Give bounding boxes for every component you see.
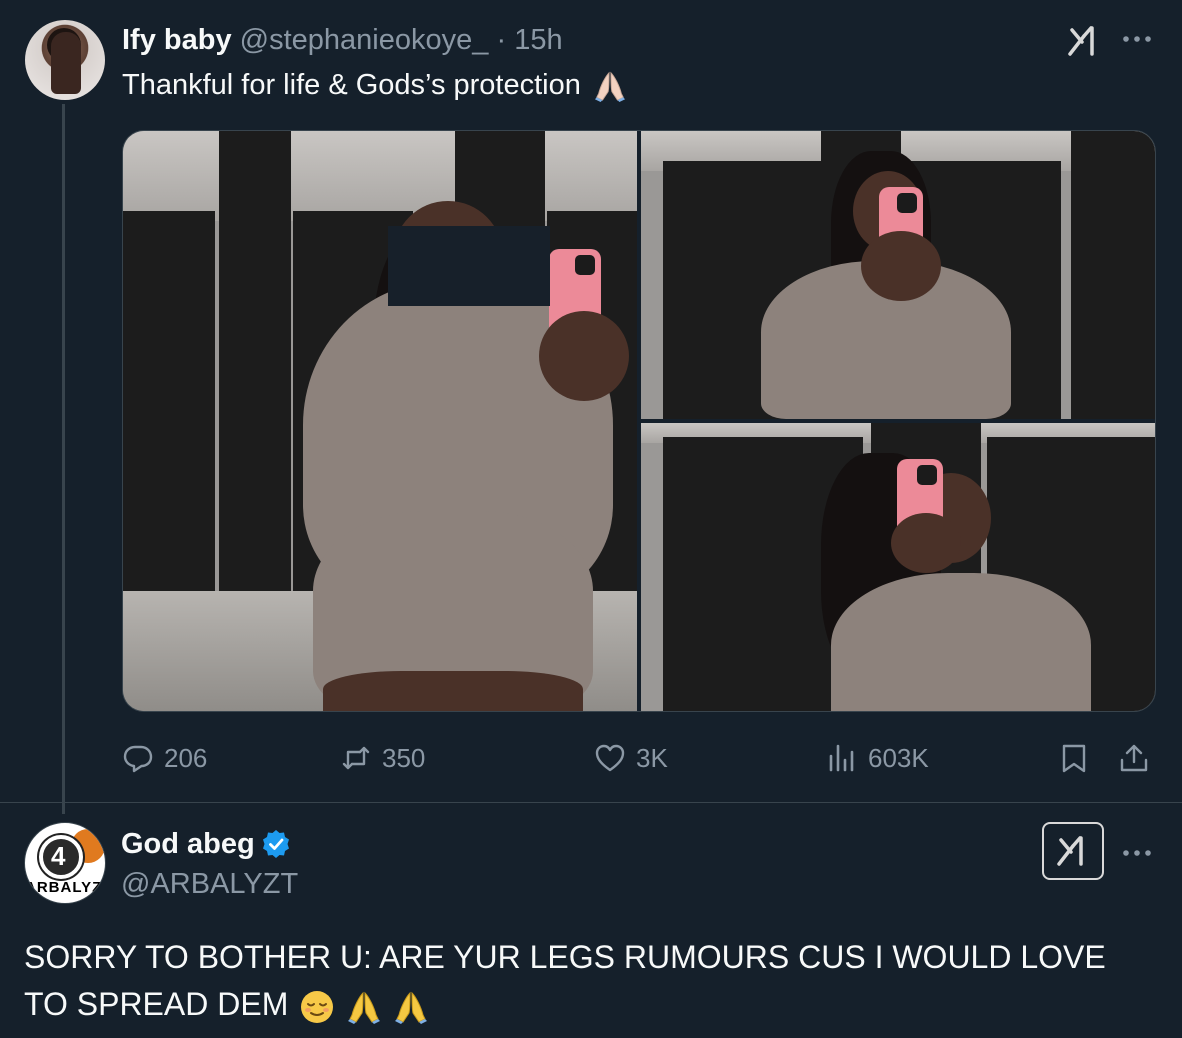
grok-icon [1057, 836, 1083, 866]
heart-icon [595, 744, 625, 772]
repost-count: 350 [382, 742, 426, 773]
wall-tiles [123, 131, 637, 221]
legs [323, 671, 583, 711]
views-button[interactable]: 603K [826, 738, 929, 778]
repost-icon [342, 746, 370, 770]
repost-button[interactable]: 350 [340, 738, 425, 778]
folded-hands-icon [395, 991, 428, 1024]
tweet-text: Thankful for life & Gods’s protection [122, 66, 627, 104]
photo-2[interactable] [641, 131, 1155, 419]
bookmark-icon [1062, 744, 1086, 773]
share-icon [1120, 744, 1148, 772]
like-count: 3K [636, 742, 668, 773]
torso [831, 573, 1091, 711]
tweet-text: SORRY TO BOTHER U: ARE YUR LEGS RUMOURS … [24, 934, 1154, 1028]
share-button[interactable] [1118, 738, 1150, 778]
folded-hands-icon [594, 71, 626, 103]
grok-icon[interactable] [1066, 24, 1102, 58]
thread-connector-line [62, 104, 65, 814]
display-name-row[interactable]: God abeg [121, 826, 291, 862]
stall-door [219, 131, 291, 611]
separator-dot: · [496, 24, 507, 56]
hand [891, 513, 961, 573]
like-button[interactable]: 3K [594, 738, 668, 778]
timeline: Ify baby @stephanieokoye_ · 15h Thankful… [0, 0, 1182, 1038]
media-grid[interactable] [122, 130, 1156, 712]
photo-3[interactable] [641, 423, 1155, 711]
avatar[interactable] [25, 20, 105, 100]
reply-button[interactable]: 206 [122, 738, 207, 778]
avatar-figure [51, 32, 81, 94]
tweet-divider [0, 802, 1182, 803]
display-name[interactable]: Ify baby [122, 24, 232, 56]
user-handle[interactable]: @ARBALYZT [121, 866, 298, 902]
tweet-header: Ify baby @stephanieokoye_ · 15h [122, 22, 563, 58]
timestamp[interactable]: 15h [514, 24, 562, 56]
reply-icon [123, 745, 153, 773]
tweet-original[interactable]: Ify baby @stephanieokoye_ · 15h Thankful… [0, 0, 1182, 814]
avatar[interactable]: 4 ARBALYZT [24, 822, 106, 904]
relieved-face-icon [301, 990, 334, 1023]
grok-button[interactable] [1042, 822, 1104, 880]
avatar-brand-text: ARBALYZT [25, 879, 106, 896]
folded-hands-icon [348, 991, 381, 1024]
hand [539, 311, 629, 401]
bookmark-button[interactable] [1058, 738, 1090, 778]
stall-door [1071, 131, 1155, 419]
action-bar: 206 350 3K 603K [122, 738, 1162, 778]
hand [861, 231, 941, 301]
avatar-number: 4 [51, 841, 66, 871]
tweet-text-body: SORRY TO BOTHER U: ARE YUR LEGS RUMOURS … [24, 939, 1106, 1022]
photo-1[interactable] [123, 131, 637, 711]
censor-bar [388, 226, 550, 306]
views-icon [829, 744, 854, 772]
user-handle[interactable]: @stephanieokoye_ [240, 24, 489, 56]
stall-door [123, 211, 215, 591]
display-name[interactable]: God abeg [121, 826, 255, 862]
verified-badge-icon[interactable] [261, 829, 291, 859]
more-icon[interactable] [1120, 24, 1154, 54]
views-count: 603K [868, 742, 929, 773]
more-icon[interactable] [1120, 838, 1154, 868]
reply-count: 206 [164, 742, 208, 773]
tweet-text-body: Thankful for life & Gods’s protection [122, 69, 581, 101]
